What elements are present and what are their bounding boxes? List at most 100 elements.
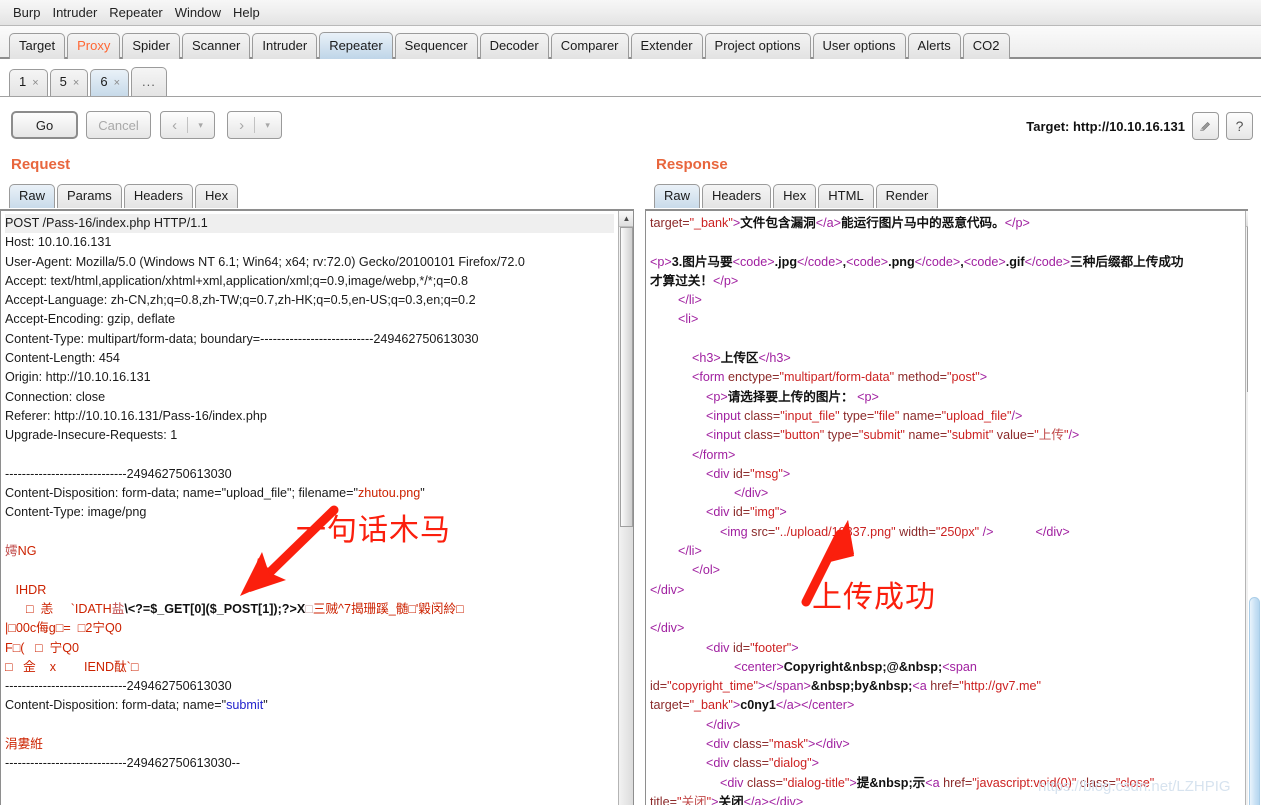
response-panel: Response Raw Headers Hex HTML Render target=… [645,146,1261,807]
chevron-down-icon[interactable]: ▾ [265,120,270,131]
code-segment: User-Agent: Mozilla/5.0 (Windows NT 6.1;… [5,254,525,269]
code-segment: /> [979,524,994,539]
code-segment: -----------------------------24946275061… [5,756,241,771]
code-segment: id= [732,505,751,520]
code-line: <div class="dialog"> [650,754,1241,773]
request-tabs: Raw Params Headers Hex [9,184,634,208]
code-segment: 涓婁絍 [5,737,43,752]
response-tab-raw[interactable]: Raw [654,184,701,208]
request-scrollbar[interactable]: ▲ [618,211,633,806]
close-icon[interactable]: × [32,75,38,91]
code-line: □ 佱 x IEND酞`□ [5,658,614,677]
pencil-icon[interactable] [1192,112,1219,140]
response-tab-headers[interactable]: Headers [702,184,772,208]
code-segment: </span> [765,679,811,694]
response-tab-render[interactable]: Render [875,184,939,208]
code-segment: "file" [874,408,900,423]
code-segment: □ [305,601,313,616]
code-line: Accept-Language: zh-CN,zh;q=0.8,zh-TW;q=… [5,291,614,310]
code-line: Content-Disposition: form-data; name="up… [5,484,614,503]
request-tab-headers[interactable]: Headers [123,184,193,208]
tab-intruder[interactable]: Intruder [252,33,318,59]
tab-alerts[interactable]: Alerts [907,33,961,59]
divider [187,117,189,133]
repeater-tab-1[interactable]: 1 × [9,69,48,96]
menu-item-window[interactable]: Window [169,3,227,22]
cancel-button-label: Cancel [98,117,139,133]
code-segment: .gif [1005,254,1025,269]
code-segment: </code> [1024,254,1071,269]
repeater-tab-strip: 1 × 5 × 6 ×... [0,61,1261,97]
tab-proxy[interactable]: Proxy [67,33,121,59]
response-raw-editor[interactable]: target="_bank">文件包含漏洞</a>能运行图片马中的恶意代码。</… [645,211,1261,807]
tab-sequencer[interactable]: Sequencer [394,33,478,59]
code-segment: <div [650,737,733,752]
code-segment: <img [650,524,752,539]
request-tab-raw[interactable]: Raw [9,184,56,208]
tab-comparer[interactable]: Comparer [550,33,629,59]
code-segment: <div [650,505,733,520]
code-line: User-Agent: Mozilla/5.0 (Windows NT 6.1;… [5,253,614,272]
request-tab-hex[interactable]: Hex [194,184,239,208]
code-line: 嫮NG [5,542,614,561]
menu-item-burp[interactable]: Burp [7,3,46,22]
code-segment: Upgrade-Insecure-Requests: 1 [5,428,178,443]
code-segment: <a [912,679,931,694]
code-segment: "mask" [769,737,809,752]
code-segment: id= [732,466,751,481]
close-icon[interactable]: × [73,75,79,91]
request-tab-params[interactable]: Params [57,184,122,208]
menu-item-repeater[interactable]: Repeater [103,3,168,22]
code-segment: ></div> [808,737,850,752]
code-segment: "copyright_time" [667,679,759,694]
code-line: </div> [650,716,1241,735]
menu-item-intruder[interactable]: Intruder [46,3,103,22]
code-segment: width= [895,524,936,539]
chevron-down-icon[interactable]: ▾ [198,120,203,131]
code-segment: <h3> [650,351,721,366]
request-raw-editor[interactable]: POST /Pass-16/index.php HTTP/1.1 Host: 10… [0,211,634,807]
help-icon[interactable]: ? [1226,112,1253,140]
response-tab-hex[interactable]: Hex [773,184,817,208]
repeater-tab-6[interactable]: 6 × [90,69,130,96]
code-segment: POST /Pass-16/index.php HTTP/1.1 [5,216,208,230]
go-button[interactable]: Go [11,111,78,139]
main-tab-strip: Target Proxy Spider Scanner Intruder Repeater… [0,26,1261,59]
code-segment: id= [732,640,751,655]
cancel-button[interactable]: Cancel [86,111,151,139]
response-tab-html[interactable]: HTML [818,184,874,208]
tab-project-options[interactable]: Project options [704,33,811,59]
menu-item-help[interactable]: Help [227,3,266,22]
tab-target[interactable]: Target [9,33,66,59]
tab-decoder[interactable]: Decoder [479,33,549,59]
code-segment: "upload_file" [941,408,1012,423]
target-bar: Target: http://10.10.16.131 ? [1026,112,1253,140]
back-button[interactable]: ‹ ▾ [160,111,215,139]
code-line: -----------------------------24946275061… [5,677,614,696]
code-line: <h3>上传区</h3> [650,349,1241,368]
tab-extender[interactable]: Extender [630,33,703,59]
scrollbar-thumb[interactable] [620,227,633,527]
code-segment: "post" [947,370,980,385]
forward-button[interactable]: › ▾ [227,111,282,139]
code-line: <p>3.图片马要<code>.jpg</code>,<code>.png</c… [650,253,1241,272]
code-segment: "../upload/19837.png" [775,524,896,539]
tab-co2[interactable]: CO2 [962,33,1010,59]
repeater-tab-5[interactable]: 5 × [49,69,89,96]
window-scrollbar-thumb[interactable] [1249,597,1260,807]
repeater-new-tab-button[interactable]: ... [131,67,167,96]
tab-repeater[interactable]: Repeater [319,32,393,59]
code-segment: <div [650,640,733,655]
code-segment: class= [732,737,769,752]
code-segment: Content-Length: 454 [5,351,120,366]
code-segment: "dialog-title" [783,775,850,790]
close-icon[interactable]: × [114,75,120,91]
code-segment: <center> [650,659,784,674]
code-segment: 能运行图片马中的恶意代码。 [840,216,1005,230]
scroll-up-icon[interactable]: ▲ [619,211,633,227]
tab-user-options[interactable]: User options [812,33,906,59]
tab-spider[interactable]: Spider [122,33,180,59]
tab-scanner[interactable]: Scanner [181,33,251,59]
code-line: <img src="../upload/19837.png" width="25… [650,523,1241,542]
window-scrollbar[interactable] [1248,208,1261,807]
